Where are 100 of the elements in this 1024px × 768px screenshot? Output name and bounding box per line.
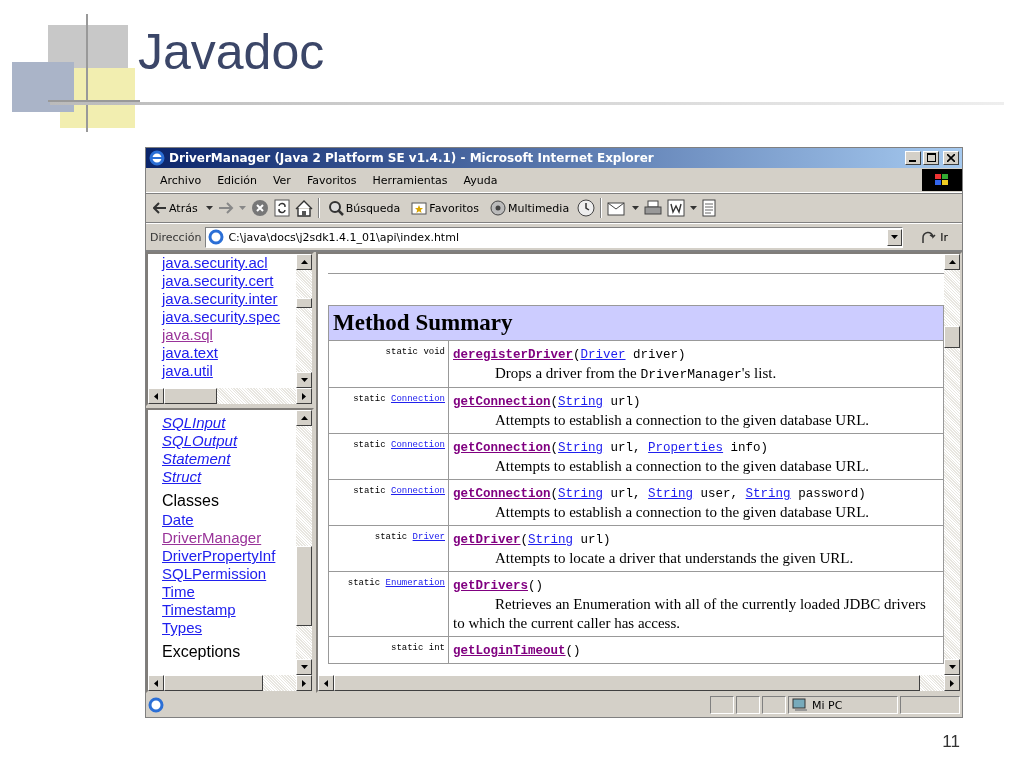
printer-icon[interactable]	[644, 200, 663, 216]
type-link[interactable]: Connection	[391, 440, 445, 450]
type-link[interactable]: String	[528, 533, 574, 547]
search-button[interactable]: Búsqueda	[324, 200, 404, 216]
type-link[interactable]: String	[558, 441, 604, 455]
type-link[interactable]: Enumeration	[385, 578, 445, 588]
class-link[interactable]: Timestamp	[162, 601, 236, 619]
right-arrow-icon	[302, 679, 306, 687]
scroll-thumb[interactable]	[296, 546, 312, 626]
up-arrow-icon	[948, 260, 956, 264]
class-link[interactable]: Date	[162, 511, 194, 529]
address-field[interactable]: C:\java\docs\j2sdk1.4.1_01\api\index.html	[205, 226, 904, 248]
window-title: DriverManager (Java 2 Platform SE v1.4.1) - Microsoft Internet Explorer	[169, 151, 655, 165]
type-link[interactable]: Connection	[391, 486, 445, 496]
class-link[interactable]: Types	[162, 619, 203, 637]
caret-icon[interactable]	[690, 206, 698, 210]
scroll-thumb[interactable]	[164, 675, 263, 691]
type-link[interactable]: String	[745, 487, 791, 501]
disc-icon	[490, 200, 506, 216]
class-link[interactable]: SQLInput	[162, 414, 226, 432]
scroll-up-button[interactable]	[296, 410, 312, 426]
home-icon[interactable]	[294, 199, 313, 217]
scroll-right-button[interactable]	[944, 675, 960, 691]
scroll-thumb[interactable]	[944, 326, 960, 348]
back-button[interactable]: Atrás	[150, 201, 201, 215]
media-button[interactable]: Multimedia	[487, 200, 573, 216]
history-icon[interactable]	[577, 199, 596, 217]
scroll-down-button[interactable]	[296, 659, 312, 675]
dropdown-button[interactable]	[887, 228, 903, 246]
caret-icon[interactable]	[632, 206, 640, 210]
type-link[interactable]: Driver	[580, 348, 626, 362]
type-link[interactable]: String	[558, 395, 604, 409]
refresh-icon[interactable]	[273, 199, 290, 217]
type-link[interactable]: Properties	[648, 441, 724, 455]
package-link[interactable]: java.util	[162, 362, 213, 380]
mail-icon[interactable]	[607, 200, 628, 216]
close-button[interactable]	[943, 151, 959, 165]
menu-item[interactable]: Ayuda	[455, 173, 506, 187]
package-link[interactable]: java.security.acl	[162, 254, 268, 272]
stop-icon[interactable]	[250, 199, 269, 217]
menu-item[interactable]: Favoritos	[298, 173, 365, 187]
star-folder-icon	[411, 201, 428, 215]
method-link[interactable]: getLoginTimeout	[453, 644, 566, 658]
status-zone: Mi PC	[812, 698, 843, 712]
up-arrow-icon	[300, 416, 308, 420]
method-link[interactable]: getConnection	[453, 487, 551, 501]
menu-item[interactable]: Ver	[264, 173, 299, 187]
scroll-thumb[interactable]	[164, 388, 217, 404]
caret-icon[interactable]	[205, 206, 213, 210]
class-link[interactable]: SQLPermission	[162, 565, 267, 583]
class-link[interactable]: DriverManager	[162, 529, 262, 547]
menu-item[interactable]: Archivo	[152, 173, 210, 187]
type-link[interactable]: String	[648, 487, 694, 501]
scroll-right-button[interactable]	[296, 675, 312, 691]
scroll-left-button[interactable]	[148, 675, 164, 691]
method-link[interactable]: getConnection	[453, 395, 551, 409]
scroll-up-button[interactable]	[944, 254, 960, 270]
scroll-left-button[interactable]	[318, 675, 334, 691]
menu-item[interactable]: Herramientas	[364, 173, 456, 187]
type-link[interactable]: Connection	[391, 394, 445, 404]
package-link[interactable]: java.security.spec	[162, 308, 281, 326]
class-link[interactable]: Time	[162, 583, 195, 601]
type-link[interactable]: String	[558, 487, 604, 501]
search-icon	[327, 200, 344, 216]
scroll-thumb[interactable]	[296, 298, 312, 308]
go-button[interactable]: Ir	[907, 230, 958, 244]
scroll-up-button[interactable]	[296, 254, 312, 270]
scroll-down-button[interactable]	[944, 659, 960, 675]
method-description: Attempts to establish a connection to the given database URL.	[494, 503, 871, 522]
package-link[interactable]: java.security.inter	[162, 290, 278, 308]
method-link[interactable]: getConnection	[453, 441, 551, 455]
favorites-button[interactable]: Favoritos	[408, 201, 482, 215]
horizontal-scrollbar[interactable]	[148, 675, 312, 691]
vertical-scrollbar[interactable]	[296, 410, 312, 675]
horizontal-scrollbar[interactable]	[148, 388, 312, 404]
package-link[interactable]: java.sql	[162, 326, 213, 344]
vertical-scrollbar[interactable]	[296, 254, 312, 388]
package-link[interactable]: java.text	[162, 344, 218, 362]
package-link[interactable]: java.security.cert	[162, 272, 274, 290]
class-link[interactable]: Struct	[162, 468, 202, 486]
method-link[interactable]: deregisterDriver	[453, 348, 574, 362]
maximize-button[interactable]	[923, 151, 939, 165]
minimize-button[interactable]	[905, 151, 921, 165]
method-link[interactable]: getDriver	[453, 533, 521, 547]
class-link[interactable]: DriverPropertyInf	[162, 547, 276, 565]
class-link[interactable]: SQLOutput	[162, 432, 238, 450]
scroll-left-button[interactable]	[148, 388, 164, 404]
document-edit-icon[interactable]	[667, 199, 686, 217]
type-link[interactable]: Driver	[412, 532, 445, 542]
vertical-scrollbar[interactable]	[944, 254, 960, 675]
scroll-right-button[interactable]	[296, 388, 312, 404]
scroll-down-button[interactable]	[296, 372, 312, 388]
modifier-text: static	[385, 347, 418, 357]
down-arrow-icon	[300, 665, 308, 669]
status-panel	[736, 696, 760, 714]
method-link[interactable]: getDrivers	[453, 579, 528, 593]
menu-item[interactable]: Edición	[209, 173, 265, 187]
status-panel	[710, 696, 734, 714]
class-link[interactable]: Statement	[162, 450, 231, 468]
browser-logo-icon	[149, 150, 165, 166]
